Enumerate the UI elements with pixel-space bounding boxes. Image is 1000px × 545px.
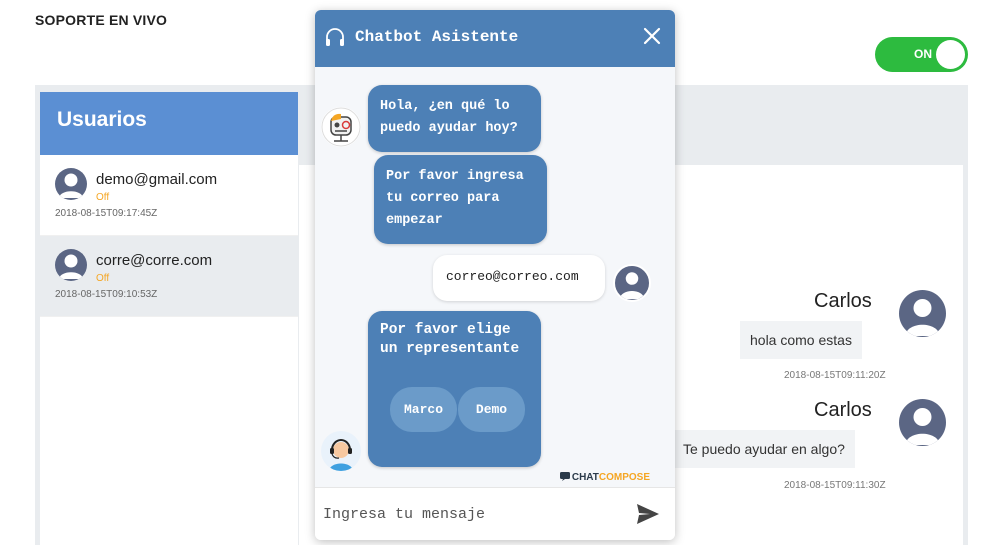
user-message-bubble: correo@correo.com [433, 255, 605, 301]
option-button-demo[interactable]: Demo [458, 387, 525, 432]
chatbot-messages: Hola, ¿en qué lo puedo ayudar hoy? Por f… [315, 67, 675, 487]
users-panel: Usuarios demo@gmail.com Off 2018-08-15T0… [40, 92, 298, 545]
message-date: 2018-08-15T09:11:30Z [784, 480, 886, 491]
user-email: corre@corre.com [96, 252, 213, 269]
chatbot-input-area [315, 487, 675, 540]
chatcompose-logo-icon [559, 471, 570, 481]
bot-message-bubble: Por favor elige un representante Marco D… [368, 311, 541, 467]
user-status: Off [96, 192, 110, 203]
sender-avatar-icon [899, 399, 946, 446]
page: SOPORTE EN VIVO ON Usuarios demo@gmail.c… [0, 0, 1000, 545]
brand-part1: CHAT [571, 472, 599, 483]
chatbot-header: Chatbot Asistente [315, 10, 675, 67]
message-bubble: hola como estas [740, 321, 862, 359]
user-row[interactable]: demo@gmail.com Off 2018-08-15T09:17:45Z [40, 155, 298, 236]
user-row[interactable]: corre@corre.com Off 2018-08-15T09:10:53Z [40, 236, 298, 317]
chatbot-widget: Chatbot Asistente Hola, ¿en qué lo puedo [315, 10, 675, 540]
bot-message-text: Por favor elige un representante [380, 322, 520, 357]
bot-message-bubble: Hola, ¿en qué lo puedo ayudar hoy? [368, 85, 541, 152]
users-header: Usuarios [40, 92, 298, 155]
message-sender-name: Carlos [814, 399, 872, 421]
chatcompose-brand: CHATCOMPOSE [559, 471, 650, 483]
close-icon[interactable] [641, 25, 663, 47]
online-toggle[interactable]: ON [875, 37, 968, 72]
chatbot-title: Chatbot Asistente [355, 28, 519, 46]
user-date: 2018-08-15T09:17:45Z [55, 208, 158, 219]
send-icon[interactable] [636, 503, 660, 525]
agent-avatar-icon [321, 431, 361, 471]
message-bubble: Te puedo ayudar en algo? [673, 430, 855, 468]
user-avatar-icon [55, 168, 87, 200]
toggle-label: ON [914, 47, 932, 61]
message-date: 2018-08-15T09:11:20Z [784, 370, 886, 381]
message-input[interactable] [323, 496, 623, 532]
bot-message-bubble: Por favor ingresa tu correo para empezar [374, 155, 547, 244]
message-sender-name: Carlos [814, 290, 872, 312]
robot-avatar-icon [321, 107, 361, 147]
user-status: Off [96, 273, 110, 284]
sender-avatar-icon [899, 290, 946, 337]
user-email: demo@gmail.com [96, 171, 218, 188]
user-date: 2018-08-15T09:10:53Z [55, 289, 158, 300]
brand-part2: COMPOSE [598, 472, 650, 483]
headset-icon [324, 27, 346, 49]
page-title: SOPORTE EN VIVO [35, 12, 168, 28]
user-avatar-icon [55, 249, 87, 281]
option-button-marco[interactable]: Marco [390, 387, 457, 432]
user-avatar-icon [613, 264, 651, 302]
toggle-knob[interactable] [936, 40, 965, 69]
